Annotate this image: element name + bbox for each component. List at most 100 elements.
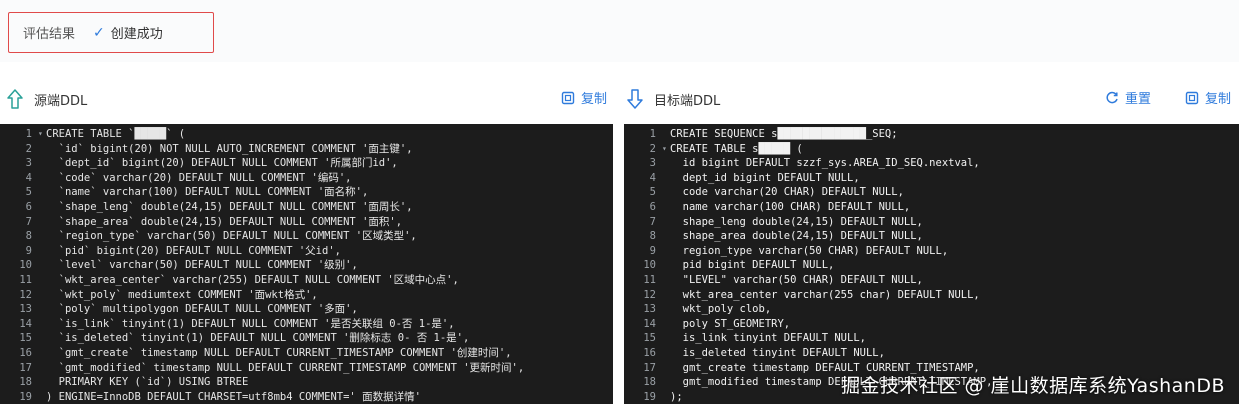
source-title: 源端DDL (34, 93, 88, 109)
fold-icon (38, 288, 46, 303)
code-line: 3 `dept_id` bigint(20) DEFAULT NULL COMM… (0, 156, 613, 171)
code-line: 4 `code` varchar(20) DEFAULT NULL COMMEN… (0, 171, 613, 186)
arrow-down-icon (627, 89, 643, 109)
fold-icon (662, 361, 670, 376)
code-line: 12 wkt_area_center varchar(255 char) DEF… (624, 288, 1239, 303)
line-number: 14 (643, 317, 656, 330)
code-text: `is_deleted` tinyint(1) DEFAULT NULL COM… (46, 332, 470, 345)
line-number: 18 (19, 376, 32, 389)
fold-icon (662, 185, 670, 200)
line-number: 2 (649, 142, 656, 155)
code-text: region_type varchar(50 CHAR) DEFAULT NUL… (670, 244, 949, 257)
source-ddl-editor[interactable]: 1 ▾ CREATE TABLE `█████` (2 `id` bigint(20… (0, 124, 613, 404)
target-header: 目标端DDL (626, 86, 720, 112)
fold-icon (38, 185, 46, 200)
fold-icon (662, 171, 670, 186)
code-line: 19) ENGINE=InnoDB DEFAULT CHARSET=utf8mb… (0, 390, 613, 404)
target-ddl-editor[interactable]: 1 CREATE SEQUENCE s██████████████_SEQ; 2 ▾ C… (624, 124, 1239, 404)
code-text: `code` varchar(20) DEFAULT NULL COMMENT … (46, 171, 352, 184)
fold-icon (662, 331, 670, 346)
code-line: 2 `id` bigint(20) NOT NULL AUTO_INCREMEN… (0, 142, 613, 157)
line-number: 5 (25, 186, 32, 199)
line-number: 1 (25, 128, 32, 140)
line-number: 9 (649, 244, 656, 257)
code-text: code varchar(20 CHAR) DEFAULT NULL, (670, 186, 904, 199)
code-text: pid bigint DEFAULT NULL, (670, 259, 835, 272)
line-number: 5 (649, 186, 656, 199)
code-line: 8 `region_type` varchar(50) DEFAULT NULL… (0, 229, 613, 244)
code-line: 5 `name` varchar(100) DEFAULT NULL COMME… (0, 185, 613, 200)
watermark: 掘金技术社区 @ 崖山数据库系统YashanDB (840, 375, 1225, 397)
code-text: `id` bigint(20) NOT NULL AUTO_INCREMENT … (46, 142, 413, 155)
code-text: `is_link` tinyint(1) DEFAULT NULL COMMEN… (46, 317, 455, 330)
result-status: 创建成功 (110, 27, 163, 42)
line-number: 12 (19, 288, 32, 301)
fold-icon (662, 258, 670, 273)
fold-icon (662, 200, 670, 215)
line-number: 13 (643, 303, 656, 316)
code-line: 16 is_deleted tinyint DEFAULT NULL, (624, 346, 1239, 361)
line-number: 7 (649, 215, 656, 228)
code-text: `wkt_area_center` varchar(255) DEFAULT N… (46, 273, 459, 286)
code-line: 11 `wkt_area_center` varchar(255) DEFAUL… (0, 273, 613, 288)
code-text: is_link tinyint DEFAULT NULL, (670, 332, 866, 345)
fold-icon (662, 375, 670, 390)
line-number: 11 (643, 273, 656, 286)
fold-icon (662, 288, 670, 303)
fold-icon[interactable]: ▾ (38, 127, 46, 142)
code-line: 3 id bigint DEFAULT szzf_sys.AREA_ID_SEQ… (624, 156, 1239, 171)
fold-icon (38, 273, 46, 288)
code-text: dept_id bigint DEFAULT NULL, (670, 171, 860, 184)
line-number: 17 (19, 361, 32, 374)
source-copy-label: 复制 (581, 92, 608, 107)
target-reset-label: 重置 (1125, 92, 1152, 107)
line-number: 13 (19, 303, 32, 316)
line-number: 7 (25, 215, 32, 228)
code-line: 17 `gmt_modified` timestamp NULL DEFAULT… (0, 361, 613, 376)
source-header: 源端DDL (6, 86, 87, 112)
line-number: 19 (643, 390, 656, 403)
fold-icon (662, 302, 670, 317)
code-line: 7 `shape_area` double(24,15) DEFAULT NUL… (0, 215, 613, 230)
line-number: 1 (649, 128, 656, 140)
fold-icon (38, 390, 46, 404)
code-text: `name` varchar(100) DEFAULT NULL COMMENT… (46, 186, 369, 199)
line-number: 15 (19, 332, 32, 345)
code-text: "LEVEL" varchar(50 CHAR) DEFAULT NULL, (670, 273, 923, 286)
fold-icon (662, 346, 670, 361)
line-number: 14 (19, 317, 32, 330)
code-line: 14 `is_link` tinyint(1) DEFAULT NULL COM… (0, 317, 613, 332)
code-line: 11 "LEVEL" varchar(50 CHAR) DEFAULT NULL… (624, 273, 1239, 288)
code-text: `gmt_modified` timestamp NULL DEFAULT CU… (46, 361, 525, 374)
fold-icon (38, 171, 46, 186)
target-copy-button[interactable]: 复制 (1185, 88, 1231, 107)
line-number: 3 (25, 157, 32, 170)
code-text: `poly` multipolygon DEFAULT NULL COMMENT… (46, 303, 358, 316)
fold-icon[interactable]: ▾ (662, 142, 670, 157)
fold-icon (662, 317, 670, 332)
fold-icon (38, 142, 46, 157)
code-text: ); (670, 390, 683, 403)
code-text: name varchar(100 CHAR) DEFAULT NULL, (670, 200, 911, 213)
line-number: 4 (649, 171, 656, 184)
fold-icon (38, 200, 46, 215)
line-number: 18 (643, 376, 656, 389)
code-text: `region_type` varchar(50) DEFAULT NULL C… (46, 230, 417, 243)
code-text: `level` varchar(50) DEFAULT NULL COMMENT… (46, 259, 358, 272)
code-text: `shape_leng` double(24,15) DEFAULT NULL … (46, 200, 413, 213)
code-line: 6 `shape_leng` double(24,15) DEFAULT NUL… (0, 200, 613, 215)
code-line: 15 is_link tinyint DEFAULT NULL, (624, 331, 1239, 346)
code-text: wkt_poly clob, (670, 303, 772, 316)
target-reset-button[interactable]: 重置 (1105, 88, 1151, 107)
line-number: 6 (649, 200, 656, 213)
line-number: 10 (19, 259, 32, 272)
fold-icon (38, 361, 46, 376)
line-number: 8 (649, 230, 656, 243)
code-text: `wkt_poly` mediumtext COMMENT '面wkt格式', (46, 288, 318, 301)
source-copy-button[interactable]: 复制 (561, 88, 607, 107)
evaluation-result-box: 评估结果 ✓ 创建成功 (8, 12, 214, 53)
line-number: 4 (25, 171, 32, 184)
fold-icon (662, 127, 670, 142)
code-line: 5 code varchar(20 CHAR) DEFAULT NULL, (624, 185, 1239, 200)
code-line: 15 `is_deleted` tinyint(1) DEFAULT NULL … (0, 331, 613, 346)
